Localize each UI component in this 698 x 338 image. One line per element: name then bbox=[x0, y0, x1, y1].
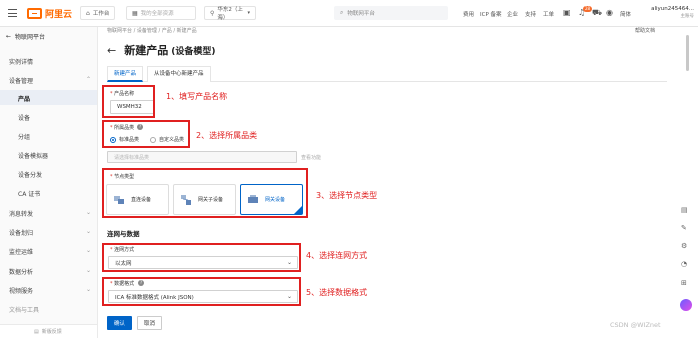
sidebar-item-analytics[interactable]: 数据分析 bbox=[9, 267, 33, 276]
sidebar-active-highlight bbox=[0, 90, 97, 105]
sidebar-item-device-assign[interactable]: 设备划归 bbox=[9, 228, 33, 237]
annotation-label-5: 5、选择数据格式 bbox=[306, 288, 368, 297]
feedback-icon: ▤ bbox=[34, 328, 39, 335]
resource-icon: ▦ bbox=[132, 9, 138, 17]
page-title: 新建产品 bbox=[124, 44, 169, 57]
enterprise-link[interactable]: 企业 bbox=[507, 10, 518, 18]
search-icon: ⌕ bbox=[340, 9, 344, 16]
view-functions-link[interactable]: 查看功能 bbox=[301, 154, 321, 161]
network-data-section-title: 连网与数据 bbox=[107, 230, 140, 238]
chevron-down-icon: ⌄ bbox=[86, 286, 92, 293]
settings-icon[interactable]: ⚙ bbox=[681, 242, 687, 250]
region-selector[interactable]: ⚲ 华东2（上海） ▾ bbox=[204, 6, 256, 21]
sidebar-item-monitoring[interactable]: 监控运维 bbox=[9, 247, 33, 256]
page-subtitle: (设备模型) bbox=[171, 46, 216, 57]
chevron-down-icon: ⌄ bbox=[86, 247, 92, 254]
annotation-label-1: 1、填写产品名称 bbox=[166, 92, 228, 101]
scroll-thumb[interactable] bbox=[686, 35, 689, 71]
chevron-down-icon: ⌄ bbox=[86, 228, 92, 235]
location-icon: ⚲ bbox=[210, 9, 215, 17]
menu-icon[interactable] bbox=[8, 9, 17, 17]
feedback-button[interactable]: ▤ 新版反馈 bbox=[0, 324, 97, 338]
aliyun-logo-icon bbox=[27, 8, 42, 19]
user-account[interactable]: aliyun245464... 主账号 bbox=[651, 5, 694, 21]
ai-assistant-icon[interactable] bbox=[680, 299, 692, 311]
sidebar-item-video[interactable]: 视频服务 bbox=[9, 286, 33, 295]
sidebar: ← 物联网平台 实例详情 设备管理 ⌃ 产品 设备 分组 设备模拟器 设备分发 … bbox=[0, 27, 98, 338]
sidebar-item-instance[interactable]: 实例详情 bbox=[9, 57, 33, 66]
chevron-down-icon: ▾ bbox=[247, 10, 250, 16]
sidebar-item-simulator[interactable]: 设备模拟器 bbox=[18, 151, 48, 160]
home-icon: ⌂ bbox=[86, 9, 90, 17]
sidebar-item-device-mgmt[interactable]: 设备管理 bbox=[9, 76, 33, 85]
aliyun-logo[interactable]: 阿里云 bbox=[27, 7, 72, 20]
arrow-left-icon: ← bbox=[6, 33, 12, 40]
annotation-box-1 bbox=[102, 85, 155, 118]
sidebar-item-distribution[interactable]: 设备分发 bbox=[18, 170, 42, 179]
sidebar-item-ca-cert[interactable]: CA 证书 bbox=[18, 189, 40, 198]
chevron-up-icon: ⌃ bbox=[86, 76, 92, 83]
edit-icon[interactable]: ✎ bbox=[681, 224, 687, 232]
annotation-label-3: 3、选择节点类型 bbox=[316, 191, 378, 200]
annotation-box-5 bbox=[102, 277, 301, 306]
sidebar-item-docs-tools[interactable]: 文档与工具 bbox=[9, 305, 39, 314]
tab-from-device-center[interactable]: 从设备中心新建产品 bbox=[147, 66, 211, 82]
document-icon[interactable]: ▤ bbox=[681, 206, 688, 214]
chevron-down-icon: ⌄ bbox=[86, 209, 92, 216]
cloud-shell-icon[interactable]: ▣ bbox=[563, 8, 571, 17]
notification-badge: 28 bbox=[583, 6, 593, 12]
grid-icon[interactable]: ⊞ bbox=[681, 279, 687, 287]
icp-link[interactable]: ICP 备案 bbox=[480, 10, 502, 18]
breadcrumb: 物联网平台 / 设备管理 / 产品 / 新建产品 bbox=[107, 28, 197, 34]
sidebar-header[interactable]: ← 物联网平台 bbox=[6, 32, 45, 41]
annotation-box-4 bbox=[102, 243, 301, 272]
cart-icon[interactable]: ⛟ bbox=[592, 8, 602, 18]
tab-new-product[interactable]: 新建产品 bbox=[107, 66, 144, 82]
top-bar: 阿里云 ⌂ 工作台 ▦ 我的全部资源 ⚲ 华东2（上海） ▾ ⌕ 物联网平台 费… bbox=[0, 0, 698, 27]
watermark: CSDN @WIZnet bbox=[610, 321, 661, 329]
annotation-label-4: 4、选择连网方式 bbox=[306, 251, 368, 260]
cancel-button[interactable]: 取消 bbox=[137, 316, 162, 330]
annotation-label-2: 2、选择所属品类 bbox=[196, 131, 258, 140]
back-arrow-icon[interactable]: ← bbox=[107, 44, 116, 57]
confirm-button[interactable]: 确认 bbox=[107, 316, 132, 330]
help-icon[interactable]: ◉ bbox=[606, 8, 613, 17]
sidebar-item-device[interactable]: 设备 bbox=[18, 113, 30, 122]
page-title-row: ← 新建产品 (设备模型) bbox=[107, 42, 215, 58]
search-input[interactable]: ⌕ 物联网平台 bbox=[334, 6, 448, 20]
tab-bar: 新建产品 从设备中心新建产品 bbox=[107, 66, 667, 82]
category-select[interactable]: 请选择标准品类 bbox=[107, 151, 297, 163]
language-switch[interactable]: 简体 bbox=[620, 10, 631, 18]
annotation-box-3 bbox=[102, 168, 308, 218]
chat-icon[interactable]: ◔ bbox=[681, 260, 687, 268]
help-doc-link[interactable]: 帮助文档 bbox=[635, 27, 655, 34]
billing-link[interactable]: 费用 bbox=[463, 10, 474, 18]
ticket-link[interactable]: 工单 bbox=[543, 10, 554, 18]
workspace-button[interactable]: ⌂ 工作台 bbox=[80, 6, 116, 20]
sidebar-item-group[interactable]: 分组 bbox=[18, 132, 30, 141]
sidebar-item-product[interactable]: 产品 bbox=[18, 94, 30, 103]
chevron-down-icon: ⌄ bbox=[86, 267, 92, 274]
resource-group-selector[interactable]: ▦ 我的全部资源 bbox=[126, 6, 196, 20]
annotation-box-2 bbox=[102, 120, 190, 148]
support-link[interactable]: 支持 bbox=[525, 10, 536, 18]
sidebar-item-message-forward[interactable]: 消息转发 bbox=[9, 209, 33, 218]
